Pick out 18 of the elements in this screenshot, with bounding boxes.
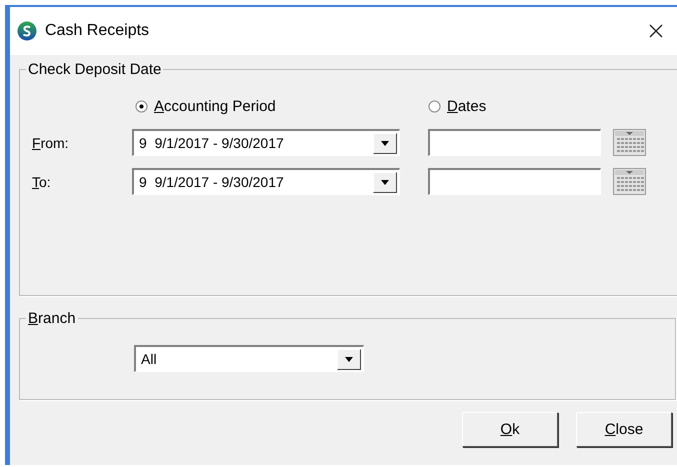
dropdown[interactable]: 9 9/1/2017 - 9/30/2017: [132, 168, 400, 195]
field-label: From:: [31, 134, 70, 150]
dropdown[interactable]: All: [134, 345, 364, 372]
radio-button[interactable]: [428, 100, 441, 113]
date-field[interactable]: [428, 168, 601, 195]
app-logo-icon: [17, 21, 37, 41]
group-title: Branch: [27, 310, 77, 327]
radio-label[interactable]: Accounting Period: [154, 98, 276, 115]
dialog-button[interactable]: Close: [576, 412, 672, 447]
date-field[interactable]: [428, 129, 601, 156]
group-title: Check Deposit Date: [27, 61, 162, 78]
field-label: To:: [31, 174, 52, 190]
radio-button[interactable]: [135, 100, 148, 113]
dropdown[interactable]: 9 9/1/2017 - 9/30/2017: [132, 129, 400, 156]
radio-label[interactable]: Dates: [447, 98, 486, 115]
window-title: Cash Receipts: [45, 22, 150, 40]
close-icon[interactable]: [649, 24, 663, 38]
dialog-button[interactable]: Ok: [462, 412, 558, 447]
